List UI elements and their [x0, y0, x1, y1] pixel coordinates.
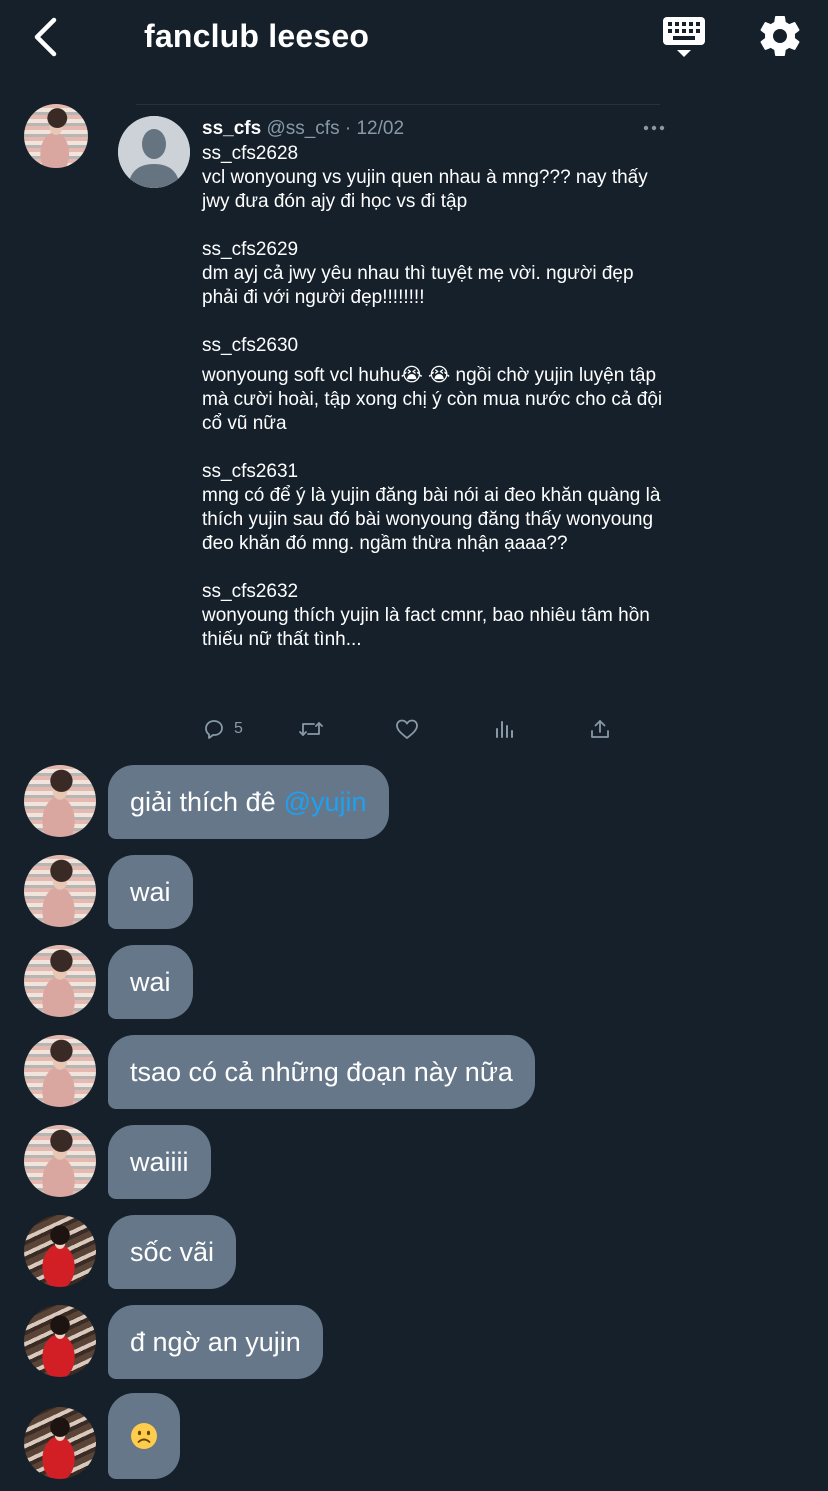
message-text: giải thích đê	[130, 786, 276, 817]
confession-label: ss_cfs2630	[202, 335, 299, 356]
confession-post: ss_cfs2631 mng có để ý là yujin đăng bài…	[202, 460, 672, 556]
conversation-title: fanclub leeseo	[144, 18, 370, 54]
sender-avatar[interactable]	[24, 1407, 96, 1479]
divider	[136, 104, 660, 105]
message-bubble[interactable]: wai	[108, 945, 193, 1019]
gear-icon	[760, 16, 800, 56]
confession-label: ss_cfs2628	[202, 143, 299, 164]
confession-post: ss_cfs2632 wonyoung thích yujin là fact …	[202, 580, 672, 652]
tweet-text: ss_cfs2628 vcl wonyoung vs yujin quen nh…	[202, 142, 672, 676]
confession-text: mng có để ý là yujin đăng bài nói ai đeo…	[202, 485, 661, 554]
heart-icon	[396, 719, 418, 739]
message-text: wai	[130, 966, 171, 997]
keyboard-icon	[663, 17, 705, 57]
quoted-tweet-card[interactable]: ss_cfs @ss_cfs · 12/02 ss_cfs2628 vcl wo…	[110, 104, 676, 750]
analytics-button[interactable]	[492, 714, 516, 744]
message-bubble[interactable]: giải thích đê @yujin	[108, 765, 389, 839]
confession-text: dm ayj cả jwy yêu nhau thì tuyệt mẹ vời.…	[202, 263, 634, 308]
back-button[interactable]	[28, 14, 62, 60]
message-bubble[interactable]: waiiii	[108, 1125, 211, 1199]
message-bubble[interactable]: tsao có cả những đoạn này nữa	[108, 1035, 535, 1109]
confession-label: ss_cfs2631	[202, 461, 299, 482]
tweet-author-name[interactable]: ss_cfs	[202, 118, 261, 139]
message-bubble[interactable]	[108, 1393, 180, 1479]
reply-button[interactable]: 5	[202, 714, 243, 744]
sender-avatar[interactable]	[24, 945, 96, 1017]
confession-text: wonyoung thích yujin là fact cmnr, bao n…	[202, 605, 650, 650]
message-bubble[interactable]: wai	[108, 855, 193, 929]
frowning-face-emoji	[131, 1423, 157, 1449]
message-text: sốc vãi	[130, 1236, 215, 1267]
sender-avatar[interactable]	[24, 104, 88, 168]
message-text: wai	[130, 876, 171, 907]
retweet-button[interactable]	[298, 714, 324, 744]
settings-button[interactable]	[756, 12, 804, 60]
confession-label: ss_cfs2632	[202, 581, 299, 602]
confession-post: ss_cfs2630 wonyoung soft vcl huhu😭 😭 ngồ…	[202, 334, 672, 436]
bar-chart-icon	[496, 721, 513, 738]
sender-avatar[interactable]	[24, 765, 96, 837]
sender-avatar[interactable]	[24, 855, 96, 927]
mention-link[interactable]: @yujin	[284, 787, 367, 818]
tweet-header: ss_cfs @ss_cfs · 12/02	[202, 116, 404, 142]
reply-count: 5	[234, 720, 243, 737]
confession-label: ss_cfs2629	[202, 239, 299, 260]
like-button[interactable]	[394, 714, 420, 744]
default-avatar-icon	[118, 116, 190, 188]
tweet-actions: 5	[202, 714, 622, 744]
sender-avatar[interactable]	[24, 1125, 96, 1197]
more-options-button[interactable]	[642, 118, 666, 138]
keyboard-button[interactable]	[660, 14, 708, 60]
message-text: waiiii	[130, 1146, 189, 1177]
message-text: đ ngờ an yujin	[130, 1326, 301, 1357]
share-button[interactable]	[588, 714, 612, 744]
retweet-icon	[299, 722, 323, 736]
message-text: tsao có cả những đoạn này nữa	[130, 1056, 513, 1087]
share-icon	[591, 720, 609, 738]
confession-post: ss_cfs2628 vcl wonyoung vs yujin quen nh…	[202, 142, 672, 214]
message-bubble[interactable]: sốc vãi	[108, 1215, 237, 1289]
tweet-author-avatar[interactable]	[118, 116, 190, 188]
message-bubble[interactable]: đ ngờ an yujin	[108, 1305, 323, 1379]
tweet-date: · 12/02	[344, 118, 405, 139]
tweet-author-handle[interactable]: @ss_cfs	[266, 118, 339, 139]
sender-avatar[interactable]	[24, 1035, 96, 1107]
confession-text: vcl wonyoung vs yujin quen nhau à mng???…	[202, 167, 648, 212]
confession-text: wonyoung soft vcl huhu😭 😭 ngồi chờ yujin…	[202, 365, 663, 434]
more-icon	[643, 125, 665, 131]
sender-avatar[interactable]	[24, 1215, 96, 1287]
sender-avatar[interactable]	[24, 1305, 96, 1377]
chat-header: fanclub leeseo	[0, 0, 828, 74]
chevron-left-icon	[34, 17, 57, 57]
reply-icon	[205, 720, 223, 739]
confession-post: ss_cfs2629 dm ayj cả jwy yêu nhau thì tu…	[202, 238, 672, 310]
